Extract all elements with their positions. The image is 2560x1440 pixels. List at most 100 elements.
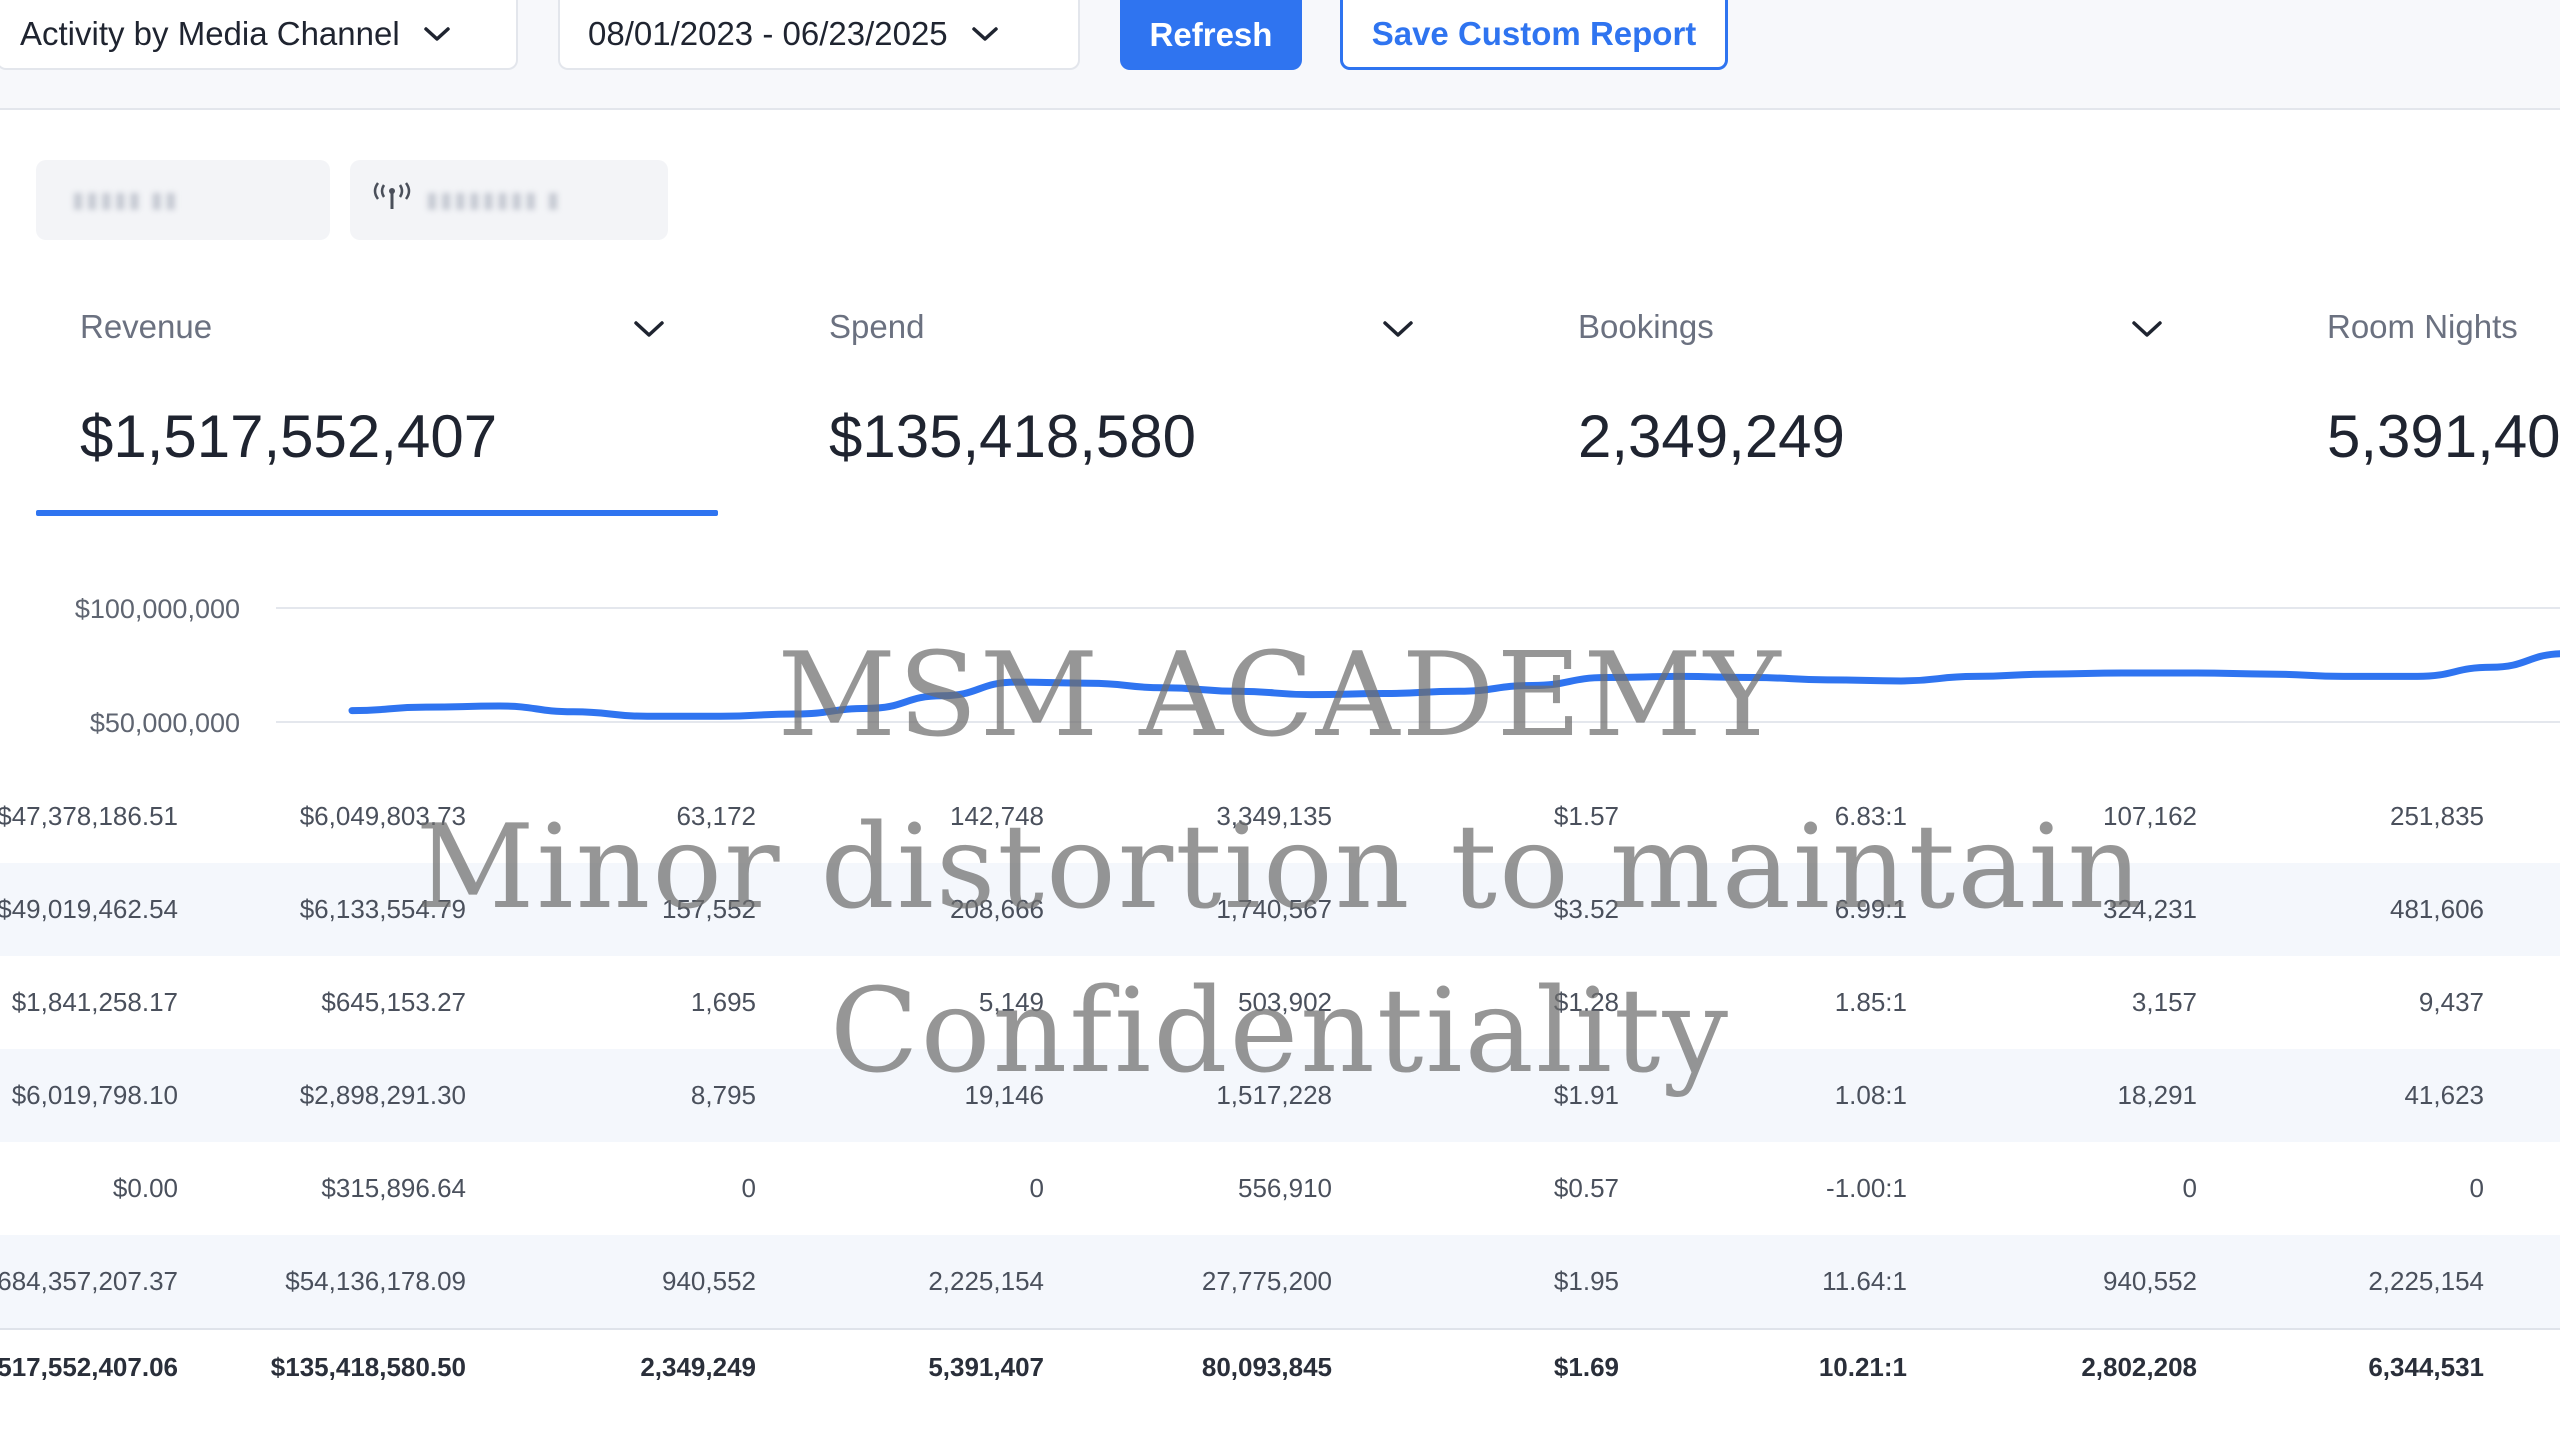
table-cell: 63,172 [676,801,756,831]
table-cell: 940,552 [2103,1266,2197,1296]
table-cell: 1.08:1 [1834,1080,1907,1110]
kpi-label: Bookings [1578,308,1714,345]
table-cell: 324,231 [2103,894,2197,924]
table-cell: 8,795 [690,1080,756,1110]
report-selector-dropdown[interactable]: Activity by Media Channel [0,0,518,70]
report-toolbar: Activity by Media Channel 08/01/2023 - 0… [0,0,2560,110]
table-cell: 556,910 [1238,1173,1332,1203]
table-cell: $1.91 [1553,1080,1619,1110]
kpi-label: Spend [829,308,925,345]
table-cell: 5,391,407 [928,1352,1044,1382]
kpi-card-room-nights[interactable]: Room Nights 5,391,40 [2283,290,2560,520]
chevron-down-icon [422,24,452,44]
table-cell: $6,133,554.79 [299,894,466,924]
table-cell: 481,606 [2390,894,2484,924]
channel-data-table: $47,378,186.51 $6,049,803.73 63,172 142,748… [0,770,2560,1418]
table-cell: $2,898,291.30 [299,1080,466,1110]
table-cell: $47,378,186.51 [0,801,178,831]
table-cell: 0 [741,1173,756,1203]
kpi-card-revenue[interactable]: Revenue $1,517,552,407 [36,290,718,520]
table-cell: 3,349,135 [1216,801,1332,831]
table-cell: 0 [2469,1173,2484,1203]
report-selector-label: Activity by Media Channel [20,15,400,52]
table-cell: 6.99:1 [1834,894,1907,924]
kpi-card-spend[interactable]: Spend $135,418,580 [785,290,1465,520]
save-custom-report-button[interactable]: Save Custom Report [1340,0,1728,70]
chart-series [348,650,2560,720]
kpi-label: Room Nights [2327,308,2518,345]
kpi-value: 5,391,40 [2327,403,2560,470]
chevron-down-icon [970,24,1000,44]
date-range-dropdown[interactable]: 08/01/2023 - 06/23/2025 [558,0,1080,70]
kpi-card-bookings[interactable]: Bookings 2,349,249 [1534,290,2214,520]
table-cell: 517,552,407.06 [0,1352,178,1382]
table-row: $0.00 $315,896.64 0 0 556,910 $0.57 -1.00:1 0 0 [0,1142,2560,1235]
table-cell: 1,517,228 [1216,1080,1332,1110]
table-cell: 1,740,567 [1216,894,1332,924]
table-cell: 2,225,154 [2368,1266,2484,1296]
table-cell: 1,695 [690,987,756,1017]
table-cell: $135,418,580.50 [270,1352,466,1382]
chevron-down-icon[interactable] [632,318,666,345]
table-cell: 10.21:1 [1818,1352,1907,1382]
table-cell: $315,896.64 [321,1173,466,1203]
table-cell: $6,049,803.73 [299,801,466,831]
kpi-value: 2,349,249 [1578,403,1845,470]
table-cell: 6.83:1 [1834,801,1907,831]
table-row: $6,019,798.10 $2,898,291.30 8,795 19,146 1,5… [0,1049,2560,1142]
table-cell: $3.52 [1553,894,1619,924]
table-row: $49,019,462.54 $6,133,554.79 157,552 208,66… [0,863,2560,956]
kpi-value: $135,418,580 [829,403,1197,470]
table-cell: 208,666 [950,894,1044,924]
table-row: 684,357,207.37 $54,136,178.09 940,552 2,225… [0,1235,2560,1328]
table-cell: 1.85:1 [1834,987,1907,1017]
revenue-line-chart [276,607,2560,723]
table-cell: -1.00:1 [1826,1173,1907,1203]
table-total-row: 517,552,407.06 $135,418,580.50 2,349,249 5,… [0,1328,2560,1418]
table-cell: 27,775,200 [1201,1266,1332,1296]
table-cell: 142,748 [950,801,1044,831]
table-cell: 251,835 [2390,801,2484,831]
chevron-down-icon[interactable] [2130,318,2164,345]
table-cell: $54,136,178.09 [285,1266,466,1296]
table-cell: 9,437 [2418,987,2484,1017]
table-cell: 157,552 [662,894,756,924]
table-cell: 19,146 [964,1080,1044,1110]
table-cell: 107,162 [2103,801,2197,831]
table-cell: 6,344,531 [2368,1352,2484,1382]
chart-gridlines [276,607,2560,723]
table-cell: $0.57 [1553,1173,1619,1203]
filter-pill[interactable]: ▮▮▮▮▮ ▮▮ [36,160,330,240]
table-cell: $1.57 [1553,801,1619,831]
table-cell: $1.69 [1553,1352,1619,1382]
selected-kpi-indicator [36,510,718,516]
filter-pill[interactable]: ▮▮▮▮▮▮▮▮ ▮ [350,160,668,240]
table-cell: $0.00 [112,1173,178,1203]
table-cell: 2,225,154 [928,1266,1044,1296]
table-cell: 684,357,207.37 [0,1266,178,1296]
table-cell: 940,552 [662,1266,756,1296]
signal-icon [372,181,412,219]
kpi-value: $1,517,552,407 [80,403,498,470]
table-cell: 503,902 [1238,987,1332,1017]
chevron-down-icon[interactable] [1381,318,1415,345]
refresh-button[interactable]: Refresh [1120,0,1302,70]
table-cell: $6,019,798.10 [11,1080,178,1110]
table-cell: 41,623 [2404,1080,2484,1110]
table-cell: 5,149 [978,987,1044,1017]
table-cell: 3,157 [2131,987,2197,1017]
table-cell: 2,802,208 [2081,1352,2197,1382]
table-cell: $49,019,462.54 [0,894,178,924]
table-cell: $1,841,258.17 [11,987,178,1017]
table-cell: 0 [2182,1173,2197,1203]
revenue-series-line [348,650,2560,720]
table-cell: $1.28 [1553,987,1619,1017]
table-cell: $645,153.27 [321,987,466,1017]
table-cell: 2,349,249 [640,1352,756,1382]
kpi-label: Revenue [80,308,213,345]
table-row: $1,841,258.17 $645,153.27 1,695 5,149 503,90… [0,956,2560,1049]
table-row: $47,378,186.51 $6,049,803.73 63,172 142,748… [0,770,2560,863]
table-cell: 18,291 [2117,1080,2197,1110]
table-cell: $1.95 [1553,1266,1619,1296]
table-cell: 80,093,845 [1201,1352,1332,1382]
